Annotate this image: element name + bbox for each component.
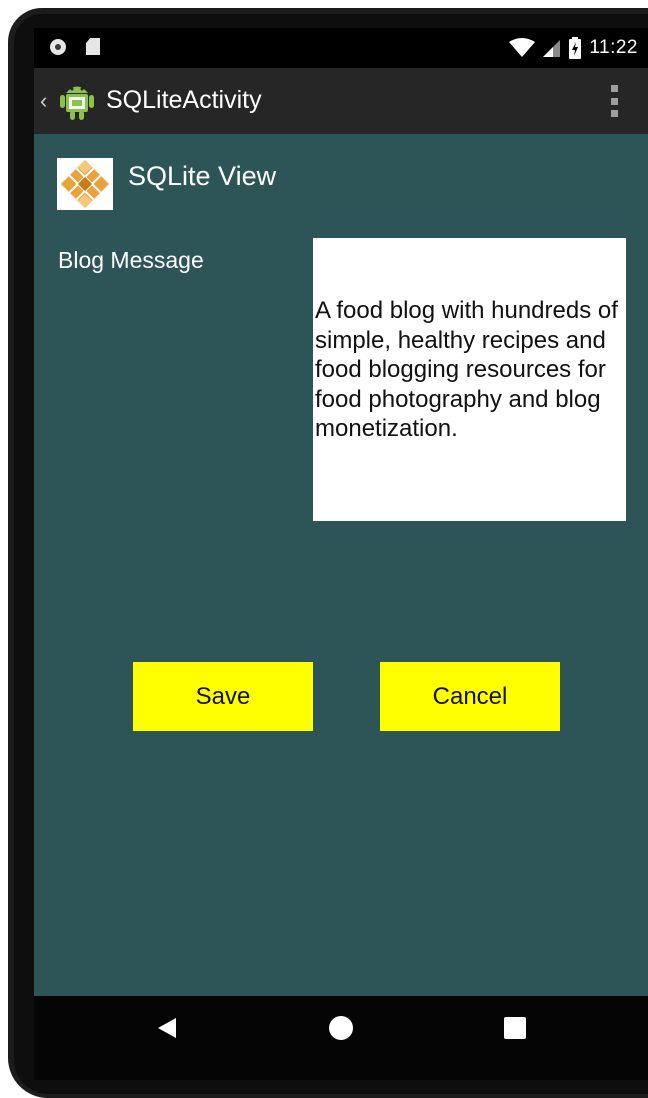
back-chevron-icon[interactable]: ‹ [40, 90, 47, 112]
android-app-icon[interactable] [56, 80, 98, 122]
home-circle-icon[interactable] [329, 1016, 353, 1040]
wifi-icon [509, 38, 536, 57]
notification-dot-icon [50, 39, 66, 55]
blog-message-label: Blog Message [58, 247, 204, 273]
recents-square-icon[interactable] [504, 1017, 526, 1039]
logo-box [57, 158, 113, 210]
navigation-bar [34, 996, 648, 1080]
cancel-button[interactable]: Cancel [380, 662, 560, 731]
blog-message-field[interactable]: A food blog with hundreds of simple, hea… [313, 238, 626, 521]
back-triangle-icon[interactable] [158, 1018, 176, 1038]
action-bar-title: SQLiteActivity [106, 86, 262, 114]
content-area: SQLite View Blog Message A food blog wit… [34, 134, 648, 996]
save-button[interactable]: Save [133, 662, 313, 731]
battery-charging-icon [569, 37, 582, 59]
sd-card-icon [86, 38, 100, 55]
status-bar: 11:22 [34, 28, 648, 68]
action-bar: ‹ SQLiteActivity [34, 68, 648, 134]
status-right-group: 11:22 [509, 28, 638, 68]
status-time: 11:22 [589, 37, 638, 58]
cell-signal-icon [543, 40, 561, 57]
device-screen: 11:22 ‹ SQLiteActivity SQLite View Blog … [34, 28, 648, 1080]
page-title: SQLite View [128, 161, 277, 191]
diamond-logo-icon [60, 159, 110, 209]
overflow-menu-icon[interactable] [610, 85, 618, 117]
